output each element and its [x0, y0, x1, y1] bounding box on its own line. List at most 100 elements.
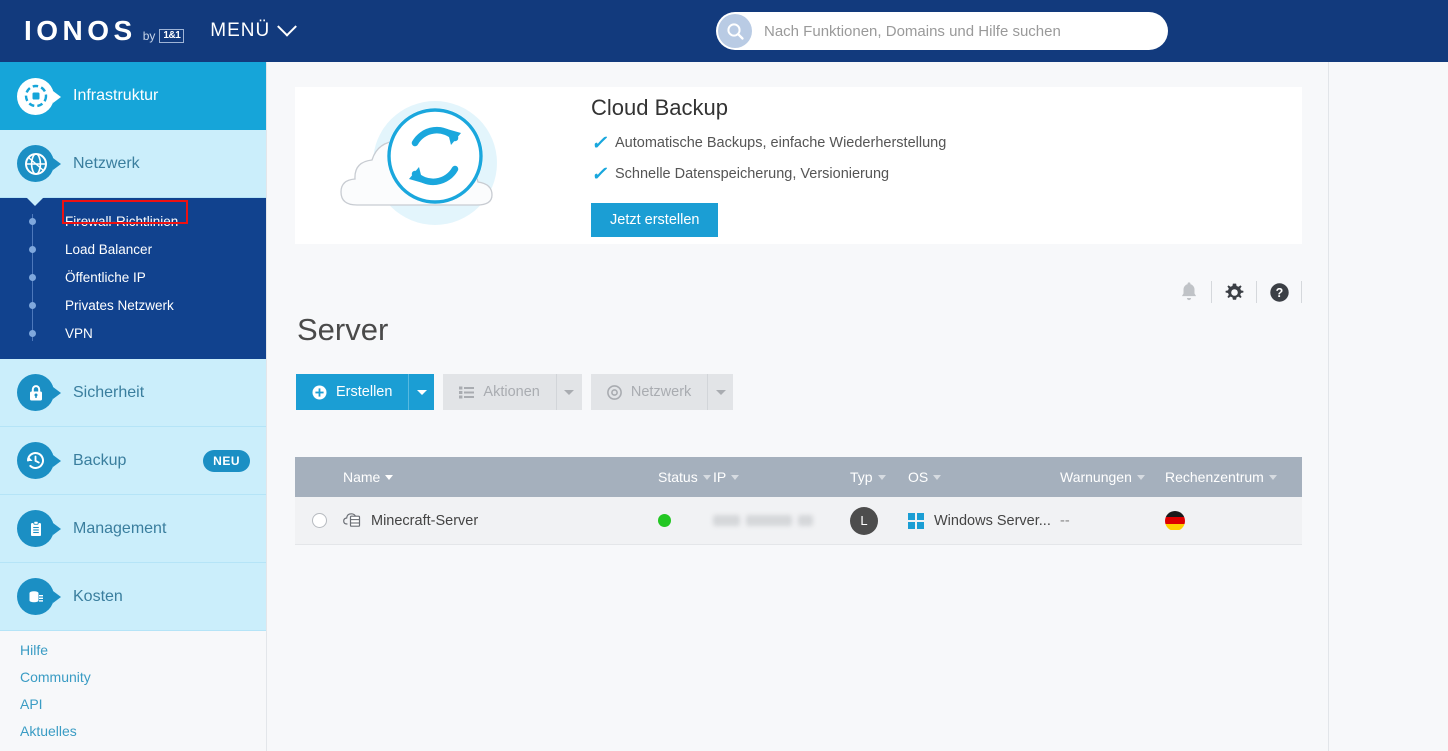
aktionen-split-button[interactable]: Aktionen: [443, 374, 582, 410]
table-row[interactable]: Minecraft-Server L Windows Server... --: [295, 497, 1302, 545]
chevron-down-icon: [416, 389, 427, 395]
cell-name: Minecraft-Server: [343, 512, 658, 529]
infrastructure-icon: [17, 77, 61, 115]
search-bar[interactable]: [716, 12, 1168, 50]
clock-restore-icon: [17, 442, 61, 479]
cell-rechenzentrum: [1165, 510, 1185, 531]
list-icon: [459, 386, 475, 399]
column-label: Status: [658, 469, 698, 485]
cell-warnungen: --: [1060, 513, 1165, 529]
chevron-down-icon: [564, 389, 575, 395]
submenu-item-label: VPN: [65, 326, 93, 341]
plus-circle-icon: [312, 385, 327, 400]
search-input[interactable]: [762, 21, 1142, 41]
network-icon: [606, 384, 622, 400]
sidebar-item-label: Infrastruktur: [73, 87, 159, 104]
content-divider: [1328, 62, 1329, 751]
promo-bullet: ✓ Schnelle Datenspeicherung, Versionieru…: [591, 163, 946, 186]
sidebar-footer-links: Hilfe Community API Aktuelles: [20, 642, 91, 750]
server-table: Name Status IP Typ OS Warnungen Rechenze…: [295, 457, 1302, 545]
status-dot-icon: [658, 514, 671, 527]
promo-title: Cloud Backup: [591, 94, 728, 120]
sidebar-item-label: Kosten: [73, 587, 123, 605]
toolbar: Erstellen Aktionen Netzwerk: [296, 374, 742, 410]
column-label: Typ: [850, 469, 873, 485]
sidebar-item-label: Sicherheit: [73, 383, 145, 401]
footer-link-community[interactable]: Community: [20, 669, 91, 685]
network-submenu: Firewall-Richtlinien Load Balancer Öffen…: [0, 197, 266, 359]
column-header-status[interactable]: Status: [658, 469, 713, 485]
aktionen-button[interactable]: Aktionen: [443, 374, 556, 410]
menu-button[interactable]: MENÜ: [210, 16, 298, 42]
column-header-typ[interactable]: Typ: [850, 469, 908, 485]
table-header: Name Status IP Typ OS Warnungen Rechenze…: [295, 457, 1302, 497]
search-icon[interactable]: [718, 14, 752, 48]
ionos-logo[interactable]: IONOS by 1&1: [24, 15, 185, 46]
warnings-value: --: [1060, 512, 1070, 529]
netzwerk-split-button[interactable]: Netzwerk: [590, 374, 734, 410]
sidebar-item-kosten[interactable]: Kosten: [0, 563, 266, 631]
sort-caret-icon: [1268, 474, 1277, 480]
submenu-item-firewall-richtlinien[interactable]: Firewall-Richtlinien: [0, 210, 266, 233]
sort-caret-icon: [385, 474, 394, 480]
german-flag-icon: [1165, 510, 1185, 531]
clipboard-icon: [17, 510, 61, 547]
help-icon[interactable]: ?: [1257, 275, 1301, 309]
column-header-rechenzentrum[interactable]: Rechenzentrum: [1165, 469, 1277, 485]
column-header-ip[interactable]: IP: [713, 469, 850, 485]
chevron-down-icon: [277, 16, 298, 37]
sidebar-item-netzwerk[interactable]: Netzwerk: [0, 130, 266, 198]
check-icon: ✓: [591, 132, 607, 154]
sidebar: Infrastruktur Netzwerk Firewall-Richtlin…: [0, 62, 267, 751]
erstellen-split-button[interactable]: Erstellen: [296, 374, 435, 410]
coins-icon: [17, 578, 61, 615]
cloud-sync-icon: [295, 87, 585, 244]
sidebar-item-sicherheit[interactable]: Sicherheit: [0, 359, 266, 427]
submenu-item-load-balancer[interactable]: Load Balancer: [0, 238, 266, 261]
aktionen-label: Aktionen: [483, 384, 540, 400]
column-header-name[interactable]: Name: [343, 469, 658, 485]
aktionen-dropdown-toggle[interactable]: [555, 374, 582, 410]
column-label: Name: [343, 469, 381, 485]
page-title: Server: [297, 312, 389, 347]
column-header-warnungen[interactable]: Warnungen: [1060, 469, 1165, 485]
sidebar-item-management[interactable]: Management: [0, 495, 266, 563]
bell-icon[interactable]: [1167, 275, 1211, 309]
sort-caret-icon: [1136, 474, 1145, 480]
footer-link-api[interactable]: API: [20, 696, 91, 712]
column-label: OS: [908, 469, 929, 485]
network-globe-icon: [17, 145, 61, 182]
status-badge-neu: NEU: [203, 449, 250, 472]
netzwerk-button[interactable]: Netzwerk: [590, 374, 708, 410]
erstellen-dropdown-toggle[interactable]: [408, 374, 435, 410]
erstellen-button[interactable]: Erstellen: [296, 374, 409, 410]
submenu-item-oeffentliche-ip[interactable]: Öffentliche IP: [0, 266, 266, 289]
netzwerk-dropdown-toggle[interactable]: [707, 374, 734, 410]
submenu-item-label: Privates Netzwerk: [65, 298, 174, 313]
cloud-server-icon: [343, 512, 362, 529]
bullet-dot-icon: [29, 274, 36, 281]
promo-bullet: ✓ Automatische Backups, einfache Wiederh…: [591, 132, 946, 155]
column-header-os[interactable]: OS: [908, 469, 1060, 485]
erstellen-label: Erstellen: [336, 384, 393, 400]
sidebar-item-infrastruktur[interactable]: Infrastruktur: [0, 62, 266, 130]
footer-link-hilfe[interactable]: Hilfe: [20, 642, 91, 658]
footer-link-aktuelles[interactable]: Aktuelles: [20, 723, 91, 739]
jetzt-erstellen-button[interactable]: Jetzt erstellen: [591, 202, 719, 237]
row-select-cell[interactable]: [295, 513, 343, 528]
column-label: IP: [713, 469, 727, 485]
svg-text:?: ?: [1275, 286, 1283, 300]
sidebar-item-label: Netzwerk: [73, 154, 140, 172]
row-radio-button[interactable]: [311, 513, 327, 528]
divider: [1301, 281, 1302, 303]
lock-icon: [17, 374, 61, 411]
sidebar-item-backup[interactable]: Backup NEU: [0, 427, 266, 495]
promo-bullet-text: Automatische Backups, einfache Wiederher…: [615, 135, 947, 151]
submenu-item-privates-netzwerk[interactable]: Privates Netzwerk: [0, 294, 266, 317]
menu-label: MENÜ: [210, 20, 271, 41]
ip-redaction-block: [798, 515, 813, 526]
gear-icon[interactable]: [1212, 275, 1256, 309]
brand-name: IONOS: [24, 15, 137, 46]
cell-os: Windows Server...: [908, 512, 1060, 529]
submenu-item-vpn[interactable]: VPN: [0, 322, 266, 345]
